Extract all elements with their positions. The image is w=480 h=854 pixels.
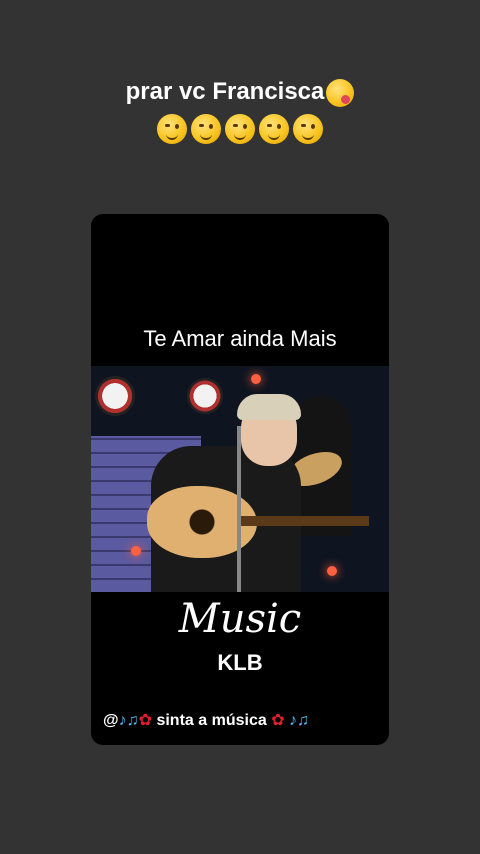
rose-icon: ✿ [138,712,153,729]
drum-icon [187,378,223,414]
mic-stand [237,426,241,592]
emoji-row [157,114,323,144]
singer-hair [237,394,301,420]
musical-notes-icon: ♪♫ [284,712,310,729]
caption-line-1: prar vc Francisca [0,78,480,107]
stage-light [251,374,261,384]
wink-face-icon [225,114,255,144]
wink-face-icon [191,114,221,144]
yum-face-icon [326,78,355,107]
stage-light [327,566,337,576]
artist-name: KLB [217,650,263,675]
wink-face-icon [157,114,187,144]
music-label: Music [178,596,302,642]
guitar-neck [241,516,369,526]
footer-message: sinta a música [152,712,272,729]
video-frame[interactable] [91,366,389,592]
drum-icon [95,376,135,416]
music-card[interactable]: Te Amar ainda Mais Music KLB @♪♫✿ sinta … [91,214,389,745]
stage-light [131,546,141,556]
musical-notes-icon: ♪♫ [118,712,139,729]
song-title: Te Amar ainda Mais [143,326,337,351]
footer-text: @♪♫✿ sinta a música ✿ ♪♫ [103,710,309,730]
caption-line-2 [0,114,480,151]
smirk-face-icon [259,114,289,144]
at-sign: @ [103,712,119,729]
smirk-face-icon [293,114,323,144]
rose-icon: ✿ [271,712,285,729]
caption-text: prar vc Francisca [125,78,325,105]
